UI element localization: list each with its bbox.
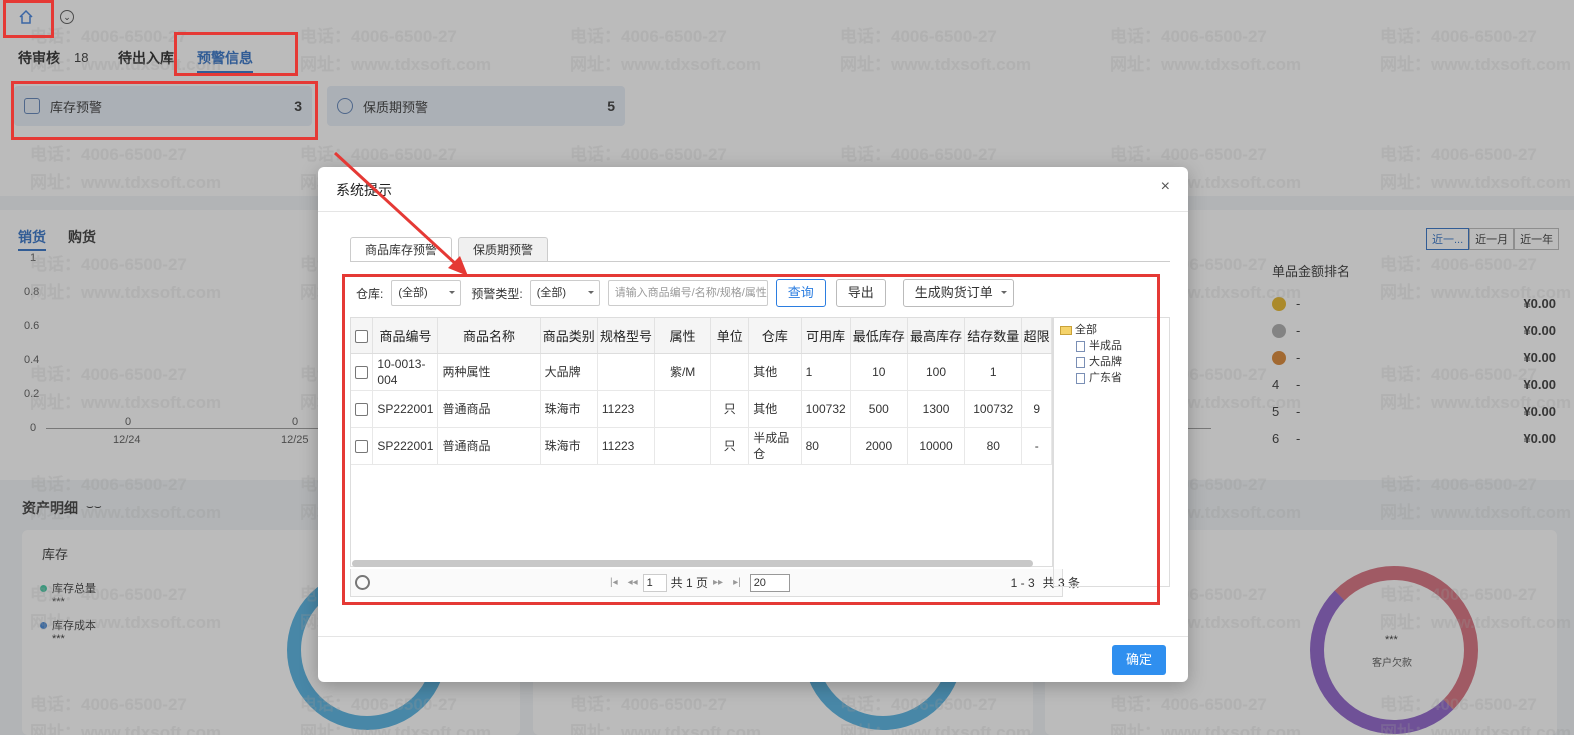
close-icon[interactable]: × bbox=[1161, 178, 1170, 196]
confirm-button[interactable]: 确定 bbox=[1112, 645, 1166, 675]
highlight-box bbox=[3, 0, 54, 38]
divider bbox=[318, 211, 1188, 212]
tab-shelf-life-warning[interactable]: 保质期预警 bbox=[458, 237, 549, 261]
tab-stock-warning[interactable]: 商品库存预警 bbox=[350, 237, 453, 261]
divider bbox=[318, 636, 1188, 637]
highlight-box bbox=[11, 81, 318, 140]
divider bbox=[350, 261, 1170, 262]
highlight-box bbox=[174, 32, 298, 76]
highlight-box bbox=[342, 274, 1160, 605]
dialog-tabs: 商品库存预警 保质期预警 bbox=[350, 237, 554, 261]
dialog-title: 系统提示 bbox=[336, 182, 392, 198]
